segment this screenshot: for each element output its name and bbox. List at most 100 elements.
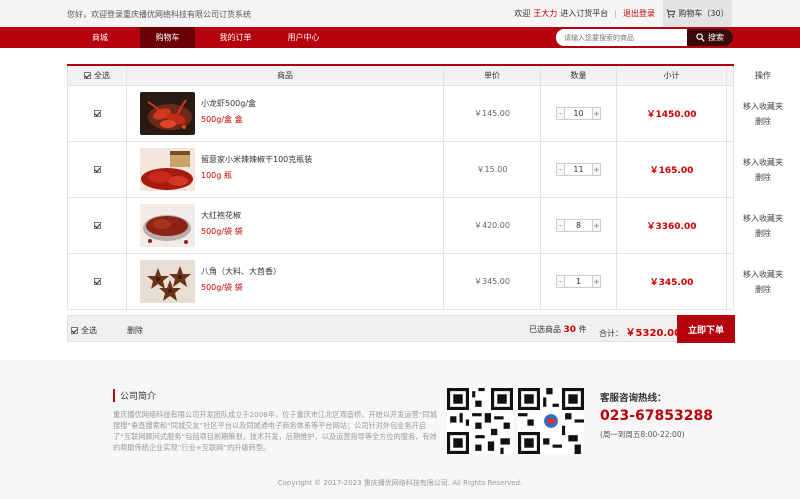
bottom-select-all: 全选 — [71, 325, 97, 336]
select-all-checkbox[interactable] — [84, 72, 91, 79]
logout-link[interactable]: 退出登录 — [623, 8, 655, 19]
move-to-favorites-link[interactable]: 移入收藏夹 — [743, 213, 783, 224]
subtotal: ￥345.00 — [617, 254, 727, 309]
table-row: 小龙虾500g/盒 500g/盒 盒 ￥145.00 - 10 + ￥1450.… — [67, 86, 783, 142]
service-hotline-title: 客服咨询热线： — [600, 393, 667, 404]
product-name[interactable]: 留意家小米辣辣椒干100克瓶装 — [201, 154, 312, 165]
welcome-text: 您好，欢迎登录重庆播优网络科技有限公司订货系统 — [67, 10, 251, 19]
row-checkbox[interactable] — [93, 110, 101, 117]
place-order-button[interactable]: 立即下单 — [677, 315, 735, 343]
cart-table: 全选 商品 单价 数量 小计 操作 小龙虾500g/盒 500g/盒 盒 ￥14… — [67, 64, 783, 310]
header-select-all-label: 全选 — [94, 71, 110, 80]
unit-price: ￥145.00 — [444, 86, 541, 141]
delete-link[interactable]: 删除 — [755, 228, 771, 239]
product-image-sichuan-pepper[interactable] — [140, 204, 195, 247]
cart-icon — [666, 9, 676, 18]
delete-link[interactable]: 删除 — [755, 172, 771, 183]
about-title: 公司简介 — [113, 389, 156, 402]
increase-button[interactable]: + — [592, 163, 601, 176]
decrease-button[interactable]: - — [556, 107, 565, 120]
user-name-link[interactable]: 王大力 — [533, 8, 557, 19]
decrease-button[interactable]: - — [556, 163, 565, 176]
header-product: 商品 — [127, 66, 444, 85]
search-button[interactable]: 搜索 — [687, 29, 733, 46]
subtotal: ￥1450.00 — [617, 86, 727, 141]
row-checkbox[interactable] — [93, 222, 101, 229]
product-spec: 500g/袋 袋 — [201, 283, 243, 292]
subtotal: ￥165.00 — [617, 142, 727, 197]
top-bar: 您好，欢迎登录重庆播优网络科技有限公司订货系统 欢迎 王大力 进入订货平台 | … — [0, 0, 800, 27]
copyright: Copyright © 2017-2023 重庆播优网络科技有限公司. All … — [277, 479, 523, 487]
row-checkbox[interactable] — [93, 278, 101, 285]
table-row: 留意家小米辣辣椒干100克瓶装 100g 瓶 ￥15.00 - 11 + ￥16… — [67, 142, 783, 198]
subtotal: ￥3360.00 — [617, 198, 727, 253]
search-box: 搜索 — [556, 29, 733, 46]
qr-code-image — [447, 388, 513, 454]
site-footer: 公司简介 重庆播优网络科技有限公司开发团队成立于2008年，位于重庆市江北区观音… — [0, 360, 800, 499]
quantity-stepper: - 8 + — [556, 219, 601, 232]
search-icon — [696, 33, 705, 42]
quantity-input[interactable]: 8 — [565, 219, 592, 232]
search-button-label: 搜索 — [708, 33, 724, 42]
enter-platform-link[interactable]: 进入订货平台 — [560, 8, 608, 19]
header-subtotal: 小计 — [617, 66, 727, 85]
row-checkbox[interactable] — [93, 166, 101, 173]
product-image-chili[interactable] — [140, 148, 195, 191]
delete-link[interactable]: 删除 — [755, 116, 771, 127]
main-nav: 商城 购物车 我的订单 用户中心 搜索 — [0, 27, 800, 48]
bottom-select-all-checkbox[interactable] — [71, 327, 78, 334]
qr-code-image — [518, 388, 584, 454]
selected-count: 已选商品 30 件 — [529, 325, 587, 335]
quantity-input[interactable]: 10 — [565, 107, 592, 120]
product-image-crayfish[interactable] — [140, 92, 195, 135]
quantity-stepper: - 1 + — [556, 275, 601, 288]
quantity-stepper: - 11 + — [556, 163, 601, 176]
table-header: 全选 商品 单价 数量 小计 操作 — [67, 66, 771, 86]
product-spec: 500g/袋 袋 — [201, 227, 243, 236]
decrease-button[interactable]: - — [556, 219, 565, 232]
increase-button[interactable]: + — [592, 107, 601, 120]
table-row: 大红袍花椒 500g/袋 袋 ￥420.00 - 8 + ￥3360.00 移入… — [67, 198, 783, 254]
quantity-input[interactable]: 1 — [565, 275, 592, 288]
quantity-stepper: - 10 + — [556, 107, 601, 120]
move-to-favorites-link[interactable]: 移入收藏夹 — [743, 269, 783, 280]
search-input[interactable] — [556, 29, 687, 46]
increase-button[interactable]: + — [592, 275, 601, 288]
bottom-select-all-label: 全选 — [81, 326, 97, 335]
product-image-star-anise[interactable] — [140, 260, 195, 303]
increase-button[interactable]: + — [592, 219, 601, 232]
product-name[interactable]: 八角（大料、大茴香） — [201, 266, 281, 277]
service-phone[interactable]: 023-67853288 — [600, 408, 713, 424]
selected-count-value: 30 — [563, 325, 577, 335]
cart-label: 购物车（30） — [678, 9, 729, 18]
order-total: 合计： ￥5320.00 — [599, 328, 682, 339]
quantity-input[interactable]: 11 — [565, 163, 592, 176]
product-name[interactable]: 小龙虾500g/盒 — [201, 98, 256, 109]
nav-item-user-center[interactable]: 用户中心 — [276, 27, 331, 48]
nav-item-cart[interactable]: 购物车 — [140, 27, 195, 48]
greeting-text: 欢迎 — [514, 9, 531, 18]
table-row: 八角（大料、大茴香） 500g/袋 袋 ￥345.00 - 1 + ￥345.0… — [67, 254, 783, 310]
header-unit-price: 单价 — [444, 66, 541, 85]
move-to-favorites-link[interactable]: 移入收藏夹 — [743, 101, 783, 112]
about-text: 重庆播优网络科技有限公司开发团队成立于2008年，位于重庆市江北区观音桥，开始以… — [113, 410, 437, 452]
product-spec: 100g 瓶 — [201, 171, 232, 180]
top-bar-right: 欢迎 王大力 进入订货平台 | 退出登录 购物车（30） — [514, 0, 732, 27]
service-hours: (周一到周五8:00-22:00) — [600, 430, 685, 439]
product-spec: 500g/盒 盒 — [201, 115, 243, 124]
cart-button[interactable]: 购物车（30） — [663, 0, 732, 27]
nav-item-mall[interactable]: 商城 — [78, 27, 122, 48]
move-to-favorites-link[interactable]: 移入收藏夹 — [743, 157, 783, 168]
nav-item-orders[interactable]: 我的订单 — [208, 27, 263, 48]
unit-price: ￥15.00 — [444, 142, 541, 197]
decrease-button[interactable]: - — [556, 275, 565, 288]
bulk-delete-link[interactable]: 删除 — [127, 325, 143, 336]
delete-link[interactable]: 删除 — [755, 284, 771, 295]
header-select-all: 全选 — [68, 66, 127, 85]
unit-price: ￥420.00 — [444, 198, 541, 253]
header-quantity: 数量 — [541, 66, 617, 85]
cart-summary-bar: 全选 删除 已选商品 30 件 合计： ￥5320.00 立即下单 — [67, 315, 735, 343]
header-operation: 操作 — [755, 71, 771, 80]
separator: | — [614, 9, 617, 18]
product-name[interactable]: 大红袍花椒 — [201, 210, 241, 221]
